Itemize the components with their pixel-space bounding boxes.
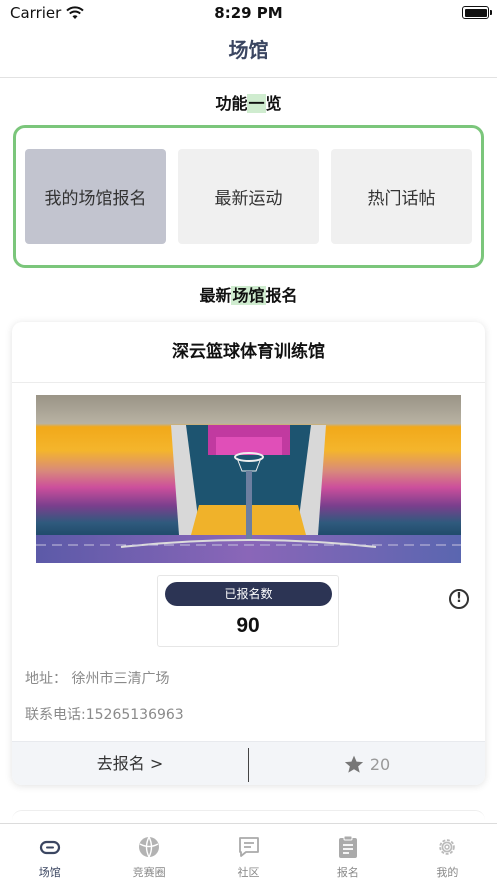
tab-bar: 场馆 竞赛圈 社区 报名 我的 — [0, 823, 497, 883]
tab-venue-label: 场馆 — [38, 866, 61, 879]
tab-community-label: 社区 — [237, 866, 260, 879]
clock: 8:29 PM — [214, 4, 283, 22]
signup-button[interactable]: 去报名 > — [12, 742, 248, 785]
gear-icon — [434, 834, 460, 860]
functions-heading-post: 览 — [265, 94, 282, 113]
signup-count-label: 已报名数 — [165, 582, 332, 606]
star-icon — [344, 755, 363, 773]
clipboard-icon — [335, 834, 361, 860]
venue-card[interactable]: 深云篮球体育训练馆 已报名数 90 ! 地址： 徐州市三清广场 联系电话:152… — [12, 322, 485, 785]
tab-competition-label: 竞赛圈 — [132, 866, 166, 879]
venue-name: 深云篮球体育训练馆 — [12, 322, 485, 383]
tab-mine[interactable]: 我的 — [398, 824, 497, 883]
latest-venue-heading: 最新场馆报名 — [0, 282, 497, 306]
venue-phone: 联系电话:15265136963 — [25, 707, 184, 723]
tab-signup-label: 报名 — [336, 866, 359, 879]
latest-heading-pre: 最新 — [199, 286, 232, 305]
my-venue-signup-button[interactable]: 我的场馆报名 — [25, 149, 166, 244]
status-bar: Carrier 8:29 PM — [0, 0, 497, 26]
venue-address: 地址： 徐州市三清广场 — [25, 671, 170, 687]
signup-count-box: 已报名数 90 — [157, 575, 339, 647]
card-actions: 去报名 > 20 — [12, 741, 485, 785]
tab-mine-label: 我的 — [436, 866, 459, 879]
page-title: 场馆 — [228, 38, 269, 62]
functions-heading-pre: 功能 — [215, 94, 248, 113]
info-icon[interactable]: ! — [449, 589, 469, 609]
tab-competition[interactable]: 竞赛圈 — [99, 824, 198, 883]
latest-sports-button[interactable]: 最新运动 — [178, 149, 319, 244]
functions-heading: 功能一览 — [0, 90, 497, 114]
venue-tab-icon — [37, 834, 63, 860]
tab-community[interactable]: 社区 — [199, 824, 298, 883]
hot-topics-button[interactable]: 热门话帖 — [331, 149, 472, 244]
venue-photo — [36, 395, 461, 563]
tab-signup[interactable]: 报名 — [298, 824, 397, 883]
next-card-edge — [12, 810, 485, 822]
basketball-icon — [136, 834, 162, 860]
latest-heading-highlight: 场馆 — [231, 286, 266, 305]
functions-heading-highlight: 一 — [247, 94, 266, 113]
nav-bar: 场馆 — [0, 26, 497, 78]
battery-icon — [462, 6, 492, 19]
favorite-button[interactable]: 20 — [249, 742, 485, 785]
favorite-count: 20 — [369, 754, 391, 774]
tab-venue[interactable]: 场馆 — [0, 824, 99, 883]
functions-panel: 我的场馆报名 最新运动 热门话帖 — [13, 125, 484, 268]
signup-count-value: 90 — [236, 614, 260, 637]
latest-heading-post: 报名 — [265, 286, 298, 305]
chat-icon — [236, 834, 262, 860]
